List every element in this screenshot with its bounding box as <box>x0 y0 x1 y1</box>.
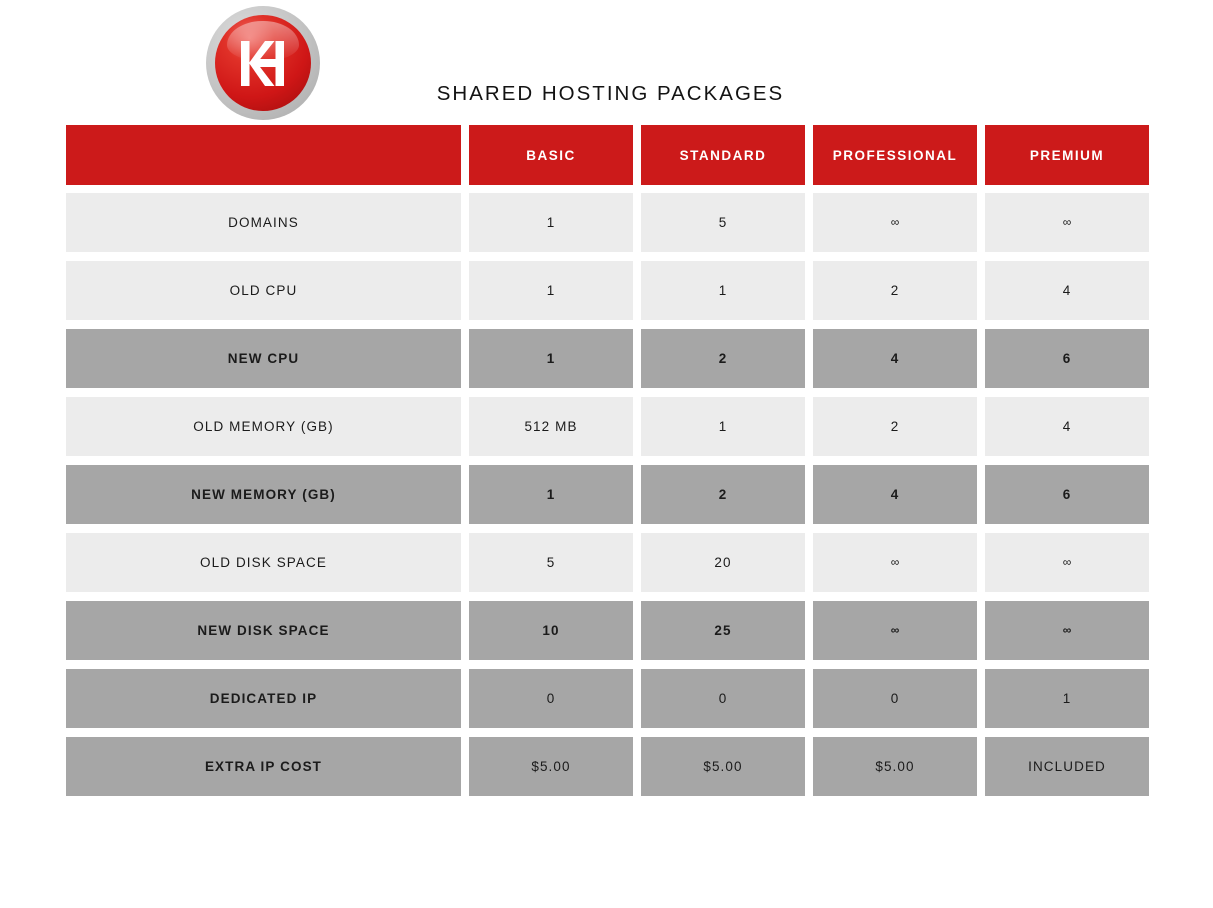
header-cell-basic[interactable]: BASIC <box>469 125 633 185</box>
row-value-standard: 5 <box>641 193 805 252</box>
row-value-standard: 2 <box>641 465 805 524</box>
pricing-table: BASIC STANDARD PROFESSIONAL PREMIUM DOMA… <box>66 125 1151 796</box>
row-value-premium: ∞ <box>985 193 1149 252</box>
row-value-basic: 512 MB <box>469 397 633 456</box>
row-value-standard: 25 <box>641 601 805 660</box>
row-value-standard: 2 <box>641 329 805 388</box>
header-cell-feature <box>66 125 461 185</box>
row-value-professional: $5.00 <box>813 737 977 796</box>
row-value-professional: ∞ <box>813 193 977 252</box>
table-row: DEDICATED IP 0 0 0 1 <box>66 669 1151 728</box>
row-value-standard: 1 <box>641 397 805 456</box>
row-label: DEDICATED IP <box>66 669 461 728</box>
page-header: SHARED HOSTING PACKAGES <box>0 0 1213 124</box>
row-label: OLD CPU <box>66 261 461 320</box>
row-value-professional: 2 <box>813 397 977 456</box>
header-cell-professional[interactable]: PROFESSIONAL <box>813 125 977 185</box>
row-value-basic: $5.00 <box>469 737 633 796</box>
row-label: NEW DISK SPACE <box>66 601 461 660</box>
row-label: DOMAINS <box>66 193 461 252</box>
row-label: NEW MEMORY (GB) <box>66 465 461 524</box>
table-row: NEW DISK SPACE 10 25 ∞ ∞ <box>66 601 1151 660</box>
row-value-premium: 6 <box>985 465 1149 524</box>
row-value-professional: ∞ <box>813 533 977 592</box>
row-value-professional: ∞ <box>813 601 977 660</box>
table-row: OLD CPU 1 1 2 4 <box>66 261 1151 320</box>
row-value-professional: 0 <box>813 669 977 728</box>
row-value-basic: 1 <box>469 465 633 524</box>
pricing-comparison-page: SHARED HOSTING PACKAGES BASIC STANDARD P… <box>0 0 1213 908</box>
table-row: NEW MEMORY (GB) 1 2 4 6 <box>66 465 1151 524</box>
row-label: NEW CPU <box>66 329 461 388</box>
row-value-professional: 4 <box>813 329 977 388</box>
row-value-basic: 1 <box>469 329 633 388</box>
row-label: OLD DISK SPACE <box>66 533 461 592</box>
row-value-premium: ∞ <box>985 533 1149 592</box>
table-row: DOMAINS 1 5 ∞ ∞ <box>66 193 1151 252</box>
page-title: SHARED HOSTING PACKAGES <box>436 82 785 105</box>
header-cell-premium[interactable]: PREMIUM <box>985 125 1149 185</box>
row-value-basic: 10 <box>469 601 633 660</box>
table-row: OLD DISK SPACE 5 20 ∞ ∞ <box>66 533 1151 592</box>
table-header-row: BASIC STANDARD PROFESSIONAL PREMIUM <box>66 125 1151 185</box>
row-value-premium: 4 <box>985 397 1149 456</box>
table-row: EXTRA IP COST $5.00 $5.00 $5.00 INCLUDED <box>66 737 1151 796</box>
table-row: OLD MEMORY (GB) 512 MB 1 2 4 <box>66 397 1151 456</box>
header-cell-standard[interactable]: STANDARD <box>641 125 805 185</box>
row-value-premium: 4 <box>985 261 1149 320</box>
row-value-standard: 20 <box>641 533 805 592</box>
table-row: NEW CPU 1 2 4 6 <box>66 329 1151 388</box>
row-value-premium: INCLUDED <box>985 737 1149 796</box>
row-label: OLD MEMORY (GB) <box>66 397 461 456</box>
row-value-basic: 5 <box>469 533 633 592</box>
row-value-basic: 1 <box>469 193 633 252</box>
row-value-standard: 0 <box>641 669 805 728</box>
row-label: EXTRA IP COST <box>66 737 461 796</box>
row-value-premium: 1 <box>985 669 1149 728</box>
row-value-professional: 2 <box>813 261 977 320</box>
row-value-basic: 0 <box>469 669 633 728</box>
row-value-standard: 1 <box>641 261 805 320</box>
row-value-professional: 4 <box>813 465 977 524</box>
row-value-premium: ∞ <box>985 601 1149 660</box>
row-value-standard: $5.00 <box>641 737 805 796</box>
row-value-basic: 1 <box>469 261 633 320</box>
row-value-premium: 6 <box>985 329 1149 388</box>
